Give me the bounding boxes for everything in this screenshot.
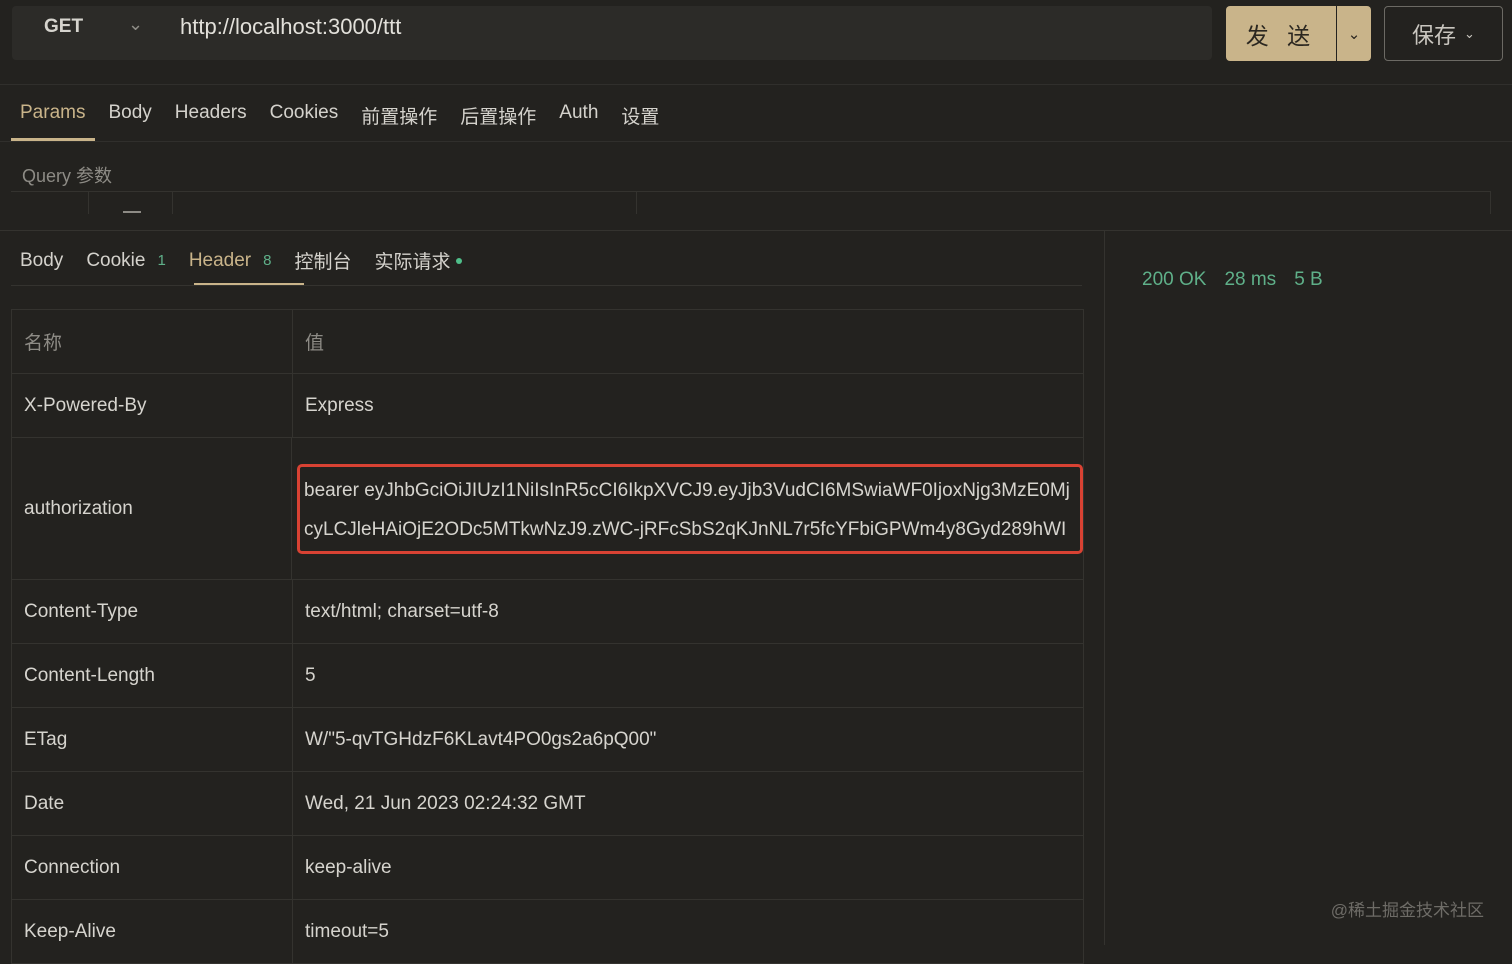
response-time: 28 ms <box>1224 269 1277 290</box>
tab-actual-request[interactable]: 实际请求 <box>375 247 462 274</box>
chevron-down-icon[interactable]: ⌄ <box>128 14 143 35</box>
tab-settings[interactable]: 设置 <box>621 102 659 129</box>
header-value: Express <box>305 394 374 416</box>
cookie-count-badge: 1 <box>157 252 166 269</box>
header-name: ETag <box>12 708 293 771</box>
table-row: authorization bearer eyJhbGciOiJIUzI1NiI… <box>12 438 1083 580</box>
header-name: X-Powered-By <box>12 374 293 437</box>
tab-params[interactable]: Params <box>20 102 85 129</box>
header-name: Content-Length <box>12 644 293 707</box>
table-row: Content-Length 5 <box>12 644 1083 708</box>
status-dot-icon <box>455 257 462 264</box>
column-divider <box>636 192 637 214</box>
table-row: Connection keep-alive <box>12 836 1083 900</box>
table-header-row: 名称 值 <box>12 310 1083 374</box>
query-params-label: Query 参数 <box>22 166 113 186</box>
chevron-down-icon: ⌄ <box>1464 25 1475 41</box>
header-value: keep-alive <box>305 856 392 878</box>
save-button[interactable]: 保存 ⌄ <box>1384 6 1503 61</box>
save-button-label: 保存 <box>1412 22 1457 48</box>
authorization-value-highlight: bearer eyJhbGciOiJIUzI1NiIsInR5cCI6IkpXV… <box>297 463 1083 554</box>
header-value: W/"5-qvTGHdzF6KLavt4PO0gs2a6pQ00" <box>305 728 657 750</box>
column-header-value: 值 <box>305 333 325 354</box>
table-row: Content-Type text/html; charset=utf-8 <box>12 580 1083 644</box>
tab-auth[interactable]: Auth <box>559 102 598 129</box>
response-headers-table: 名称 值 X-Powered-By Express authorization … <box>11 309 1084 964</box>
send-button[interactable]: 发 送 <box>1226 6 1336 61</box>
header-name: Content-Type <box>12 580 293 643</box>
tab-headers[interactable]: Headers <box>175 102 247 129</box>
header-value: 5 <box>305 664 316 686</box>
column-divider <box>172 192 173 214</box>
url-input[interactable]: http://localhost:3000/ttt <box>180 14 401 40</box>
header-name: authorization <box>12 438 292 579</box>
query-params-table[interactable] <box>11 191 1491 214</box>
header-value: Wed, 21 Jun 2023 02:24:32 GMT <box>305 792 586 814</box>
table-row: Date Wed, 21 Jun 2023 02:24:32 GMT <box>12 772 1083 836</box>
request-tabs: Params Body Headers Cookies 前置操作 后置操作 Au… <box>20 102 659 129</box>
header-value: text/html; charset=utf-8 <box>305 600 499 622</box>
divider <box>11 285 1082 286</box>
send-options-button[interactable]: ⌄ <box>1337 6 1371 61</box>
tab-post-script[interactable]: 后置操作 <box>460 102 536 129</box>
tab-label: Cookie <box>86 249 146 271</box>
tab-label: 控制台 <box>294 252 352 273</box>
column-divider <box>1490 192 1491 214</box>
header-name: Date <box>12 772 293 835</box>
response-size: 5 B <box>1294 269 1323 290</box>
tab-console[interactable]: 控制台 <box>294 247 351 274</box>
tab-pre-script[interactable]: 前置操作 <box>361 102 437 129</box>
table-row: Keep-Alive timeout=5 <box>12 900 1083 964</box>
tab-response-body[interactable]: Body <box>20 247 63 274</box>
tab-body[interactable]: Body <box>108 102 151 129</box>
tab-label: Header <box>188 249 252 271</box>
watermark: @稀土掘金技术社区 <box>1330 901 1484 920</box>
response-tabs: Body Cookie 1 Header 8 控制台 实际请求 <box>20 247 485 274</box>
column-header-name: 名称 <box>12 310 293 373</box>
minus-icon[interactable] <box>123 211 141 213</box>
tab-label: 实际请求 <box>374 252 451 273</box>
table-row: X-Powered-By Express <box>12 374 1083 438</box>
tab-label: Body <box>20 249 64 271</box>
divider <box>0 84 1512 85</box>
divider <box>0 230 1512 231</box>
tab-cookies[interactable]: Cookies <box>270 102 339 129</box>
tab-response-cookie[interactable]: Cookie 1 <box>86 247 166 274</box>
header-value: timeout=5 <box>305 920 389 942</box>
column-divider <box>88 192 89 214</box>
table-row: ETag W/"5-qvTGHdzF6KLavt4PO0gs2a6pQ00" <box>12 708 1083 772</box>
tab-response-header[interactable]: Header 8 <box>189 247 272 274</box>
divider <box>0 141 1512 142</box>
header-name: Keep-Alive <box>12 900 293 963</box>
response-status: 200 OK 28 ms 5 B <box>1142 269 1323 291</box>
status-code: 200 OK <box>1142 269 1207 290</box>
header-count-badge: 8 <box>263 252 272 269</box>
pane-splitter[interactable] <box>1104 231 1105 945</box>
chevron-down-icon: ⌄ <box>1347 25 1361 43</box>
header-name: Connection <box>12 836 293 899</box>
header-value-cell: bearer eyJhbGciOiJIUzI1NiIsInR5cCI6IkpXV… <box>292 438 1083 579</box>
method-select[interactable]: GET <box>44 16 83 38</box>
